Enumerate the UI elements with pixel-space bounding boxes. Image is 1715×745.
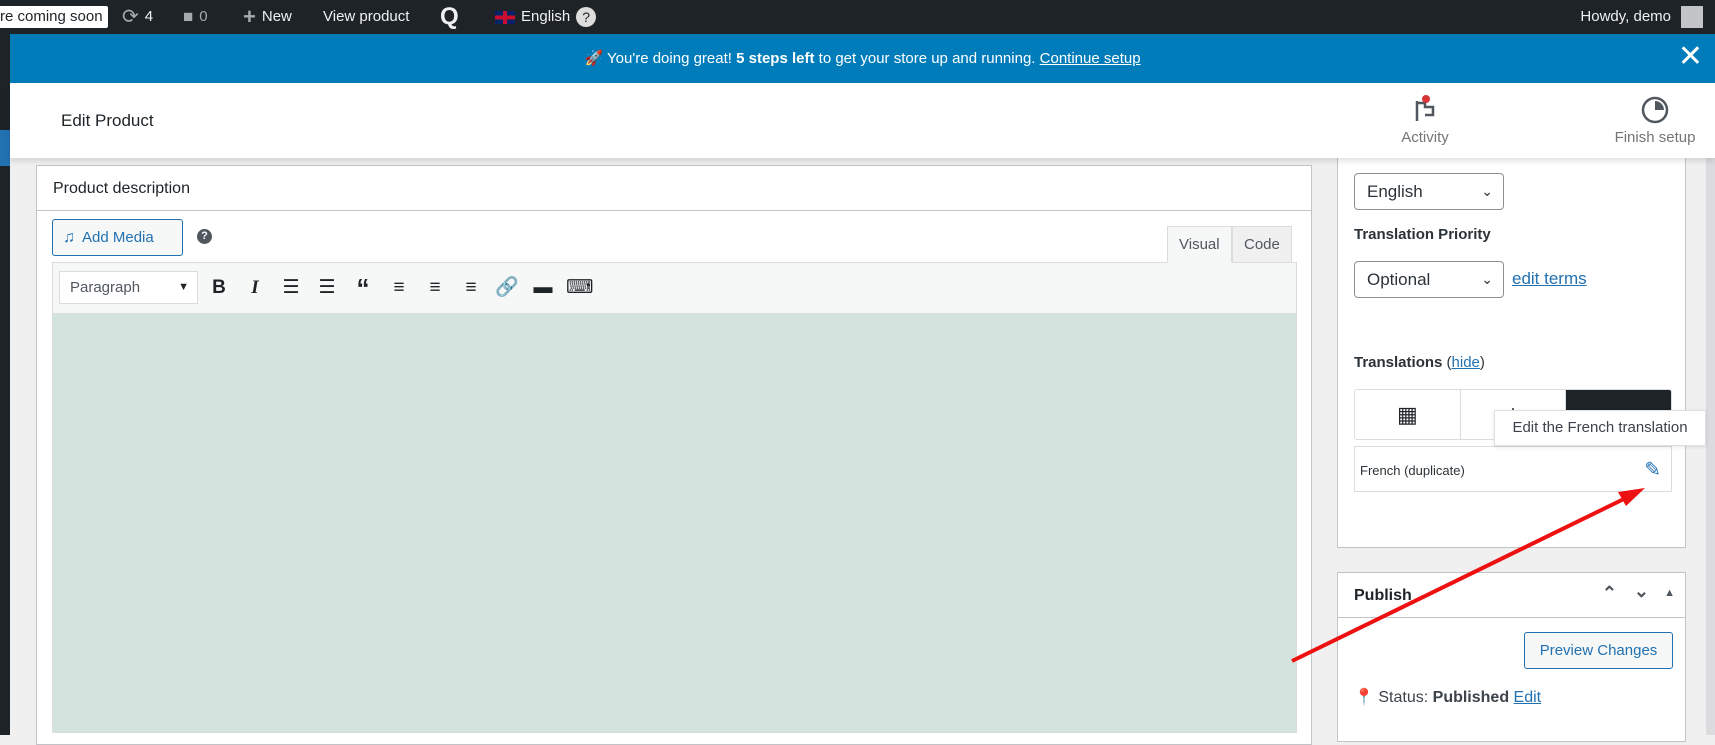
annotation-arrow: [1291, 488, 1645, 663]
arrow-head: [1618, 488, 1645, 506]
arrow-line: [1291, 494, 1631, 663]
